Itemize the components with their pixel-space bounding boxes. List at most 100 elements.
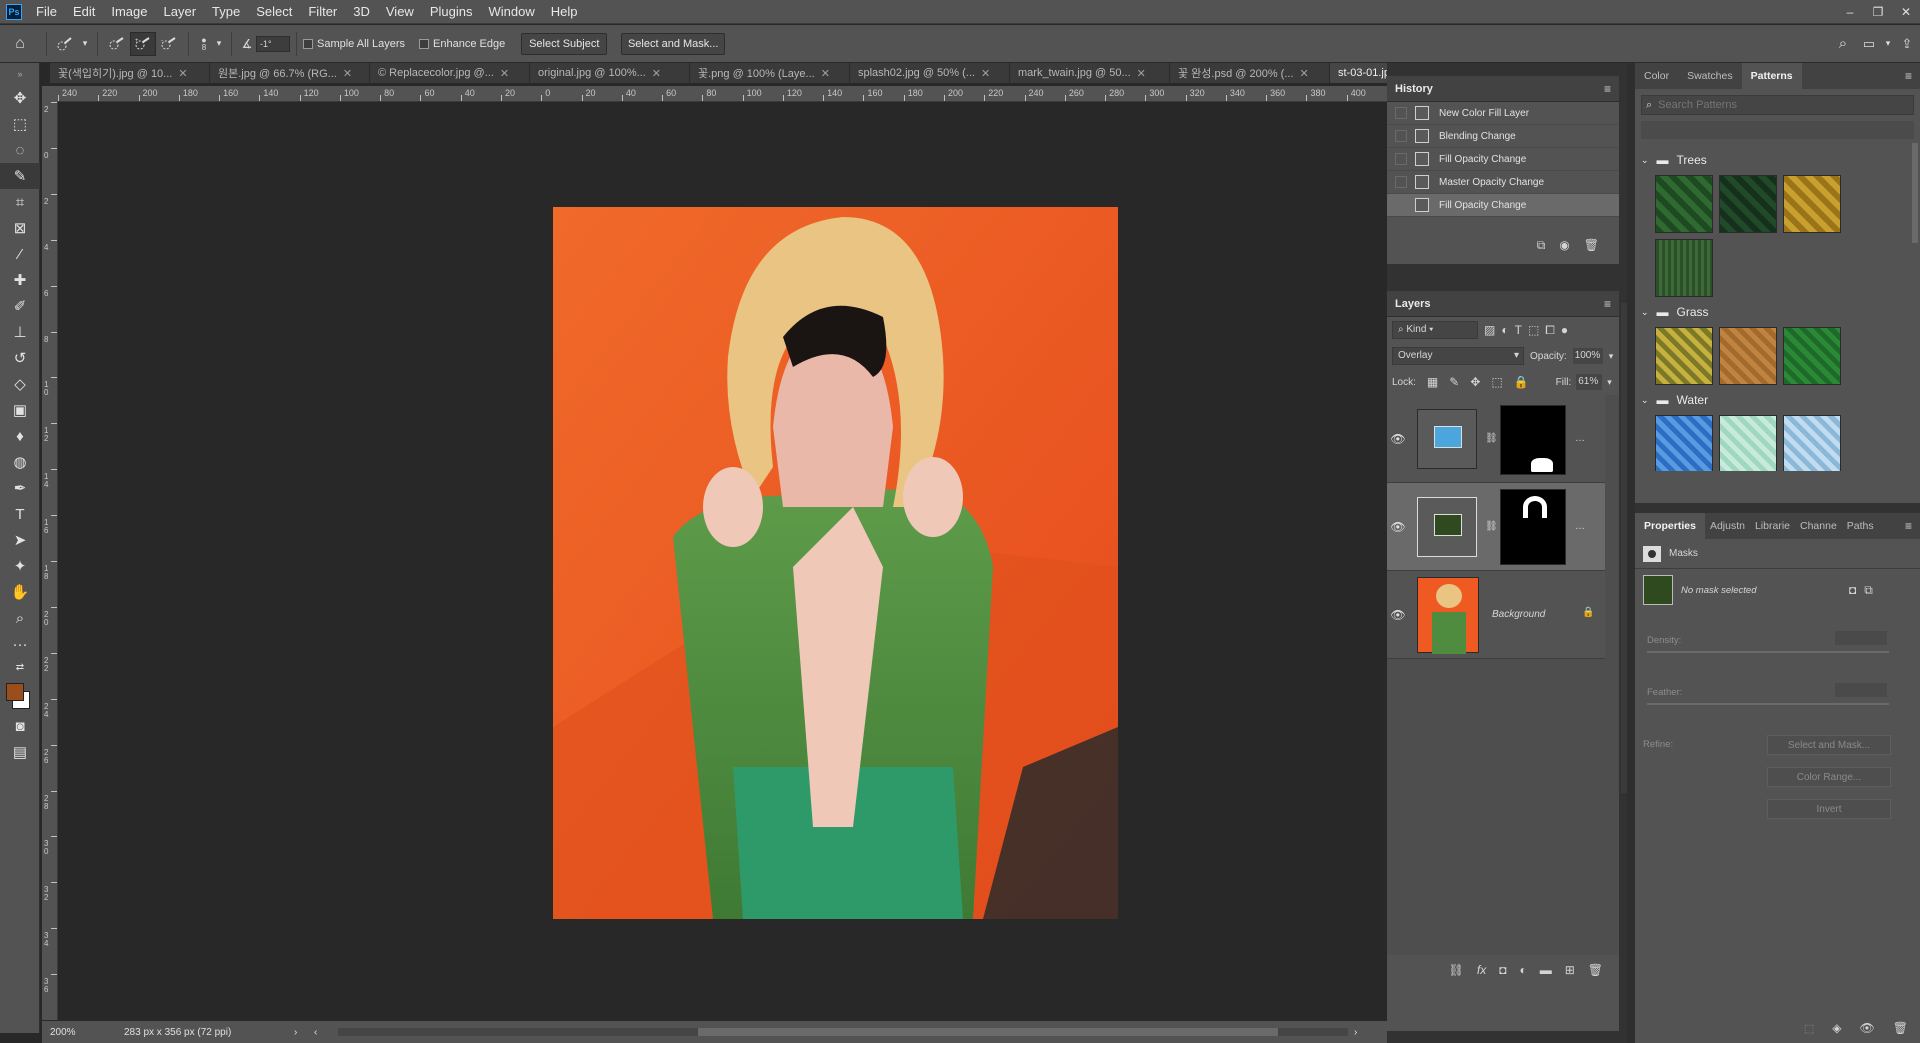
color-range-button[interactable]: Color Range...	[1767, 767, 1891, 787]
tab-document[interactable]: 꽃.png @ 100% (Laye... ✕	[690, 63, 850, 83]
move-tool-icon[interactable]: ✥	[0, 85, 40, 111]
menu-layer[interactable]: Layer	[156, 0, 205, 24]
fill-layer-thumbnail[interactable]	[1417, 409, 1477, 469]
document-image[interactable]	[553, 207, 1118, 919]
trash-icon[interactable]: 🗑	[1893, 1021, 1908, 1035]
dodge-tool-icon[interactable]: ◍	[0, 449, 40, 475]
scrollbar-thumb[interactable]	[698, 1028, 1278, 1036]
tab-swatches[interactable]: Swatches	[1678, 63, 1742, 89]
history-item[interactable]: Master Opacity Change	[1387, 171, 1619, 194]
tab-paths[interactable]: Paths	[1842, 513, 1879, 539]
more-icon[interactable]: …	[1575, 433, 1585, 444]
link-layers-icon[interactable]: ⛓	[1449, 963, 1464, 977]
scroll-left-icon[interactable]: ‹	[314, 1027, 334, 1038]
fx-icon[interactable]: fx	[1477, 963, 1486, 977]
checkbox-box[interactable]	[1395, 199, 1407, 211]
eyedropper-tool-icon[interactable]: ⁄	[0, 241, 40, 267]
menu-image[interactable]: Image	[103, 0, 155, 24]
foreground-color-swatch[interactable]	[6, 683, 24, 701]
history-item[interactable]: Fill Opacity Change	[1387, 148, 1619, 171]
add-pixel-mask-icon[interactable]: ◘	[1849, 583, 1856, 597]
zoom-tool-icon[interactable]: ⌕	[0, 605, 40, 631]
lock-position-icon[interactable]: ✥	[1470, 375, 1480, 389]
layer-mask-thumbnail[interactable]	[1500, 489, 1566, 565]
chevron-down-icon[interactable]: ▾	[213, 32, 225, 56]
type-tool-icon[interactable]: T	[0, 501, 40, 527]
checkbox-box[interactable]	[1395, 107, 1407, 119]
history-brush-tool-icon[interactable]: ↺	[0, 345, 40, 371]
history-item[interactable]: New Color Fill Layer	[1387, 102, 1619, 125]
menu-view[interactable]: View	[378, 0, 422, 24]
trash-icon[interactable]: 🗑	[1584, 238, 1599, 252]
pattern-swatch[interactable]	[1655, 239, 1713, 297]
close-icon[interactable]: ✕	[652, 67, 661, 80]
pattern-swatch[interactable]	[1655, 415, 1713, 471]
collapse-icon[interactable]: »	[0, 63, 40, 85]
density-input[interactable]	[1835, 631, 1887, 645]
select-subject-button[interactable]: Select Subject	[521, 32, 608, 55]
fill-layer-thumbnail[interactable]	[1417, 497, 1477, 557]
history-item[interactable]: Blending Change	[1387, 125, 1619, 148]
search-icon[interactable]: ⌕	[1830, 32, 1856, 56]
new-group-icon[interactable]: ▬	[1540, 963, 1552, 977]
share-icon[interactable]: ⇪	[1894, 32, 1920, 56]
home-icon[interactable]: ⌂	[0, 32, 40, 56]
hand-tool-icon[interactable]: ✋	[0, 579, 40, 605]
patterns-scrollbar-thumb[interactable]	[1912, 143, 1918, 243]
tab-libraries[interactable]: Librarie	[1750, 513, 1795, 539]
search-input[interactable]	[1658, 99, 1889, 111]
menu-filter[interactable]: Filter	[300, 0, 345, 24]
panel-menu-icon[interactable]: ≡	[1905, 69, 1920, 83]
new-layer-icon[interactable]: ⊞	[1565, 963, 1575, 977]
pattern-swatch[interactable]	[1655, 327, 1713, 385]
trash-icon[interactable]: 🗑	[1588, 963, 1603, 977]
frame-tool-icon[interactable]: ⊠	[0, 215, 40, 241]
eraser-tool-icon[interactable]: ◇	[0, 371, 40, 397]
ruler-vertical[interactable]: 2 0 2 4 6 8 10 12 14 16 18 20 22 24 26 28 30 32 34 36	[42, 102, 58, 1020]
lock-artboard-icon[interactable]: ⬚	[1491, 375, 1502, 389]
menu-plugins[interactable]: Plugins	[422, 0, 481, 24]
menu-file[interactable]: File	[28, 0, 65, 24]
filter-smart-object-icon[interactable]: ⧠	[1545, 323, 1555, 338]
chain-link-icon[interactable]: ⛓	[1485, 521, 1498, 532]
pattern-swatch[interactable]	[1719, 175, 1777, 233]
angle-input[interactable]: -1°	[256, 35, 290, 52]
blur-tool-icon[interactable]: ♦	[0, 423, 40, 449]
blend-mode-select[interactable]: Overlay ▾	[1392, 347, 1524, 365]
zoom-level[interactable]: 200%	[42, 1027, 94, 1038]
background-thumbnail[interactable]	[1417, 577, 1479, 654]
menu-3d[interactable]: 3D	[345, 0, 378, 24]
workspace-icon[interactable]: ▭	[1856, 32, 1882, 56]
subtract-from-selection-icon[interactable]: -	[156, 32, 182, 56]
pattern-swatch[interactable]	[1783, 175, 1841, 233]
crop-tool-icon[interactable]: ⌗	[0, 189, 40, 215]
menu-select[interactable]: Select	[248, 0, 300, 24]
checkbox-box[interactable]	[1395, 153, 1407, 165]
lock-all-icon[interactable]: 🔒	[1514, 375, 1529, 389]
pattern-group-trees[interactable]: ⌄ ▬ Trees	[1635, 149, 1920, 171]
swap-colors-icon[interactable]: ⇄	[0, 657, 40, 677]
shape-tool-icon[interactable]: ✦	[0, 553, 40, 579]
add-to-selection-icon[interactable]: +	[130, 31, 156, 56]
filter-toggle-icon[interactable]: ●	[1561, 323, 1568, 337]
camera-icon[interactable]: ◉	[1559, 238, 1569, 252]
select-and-mask-button-disabled[interactable]: Select and Mask...	[1767, 735, 1891, 755]
layer-name[interactable]: Background	[1492, 609, 1545, 620]
lasso-tool-icon[interactable]: ◌	[0, 137, 40, 163]
tab-channels[interactable]: Channe	[1795, 513, 1842, 539]
chevron-right-icon[interactable]: ›	[294, 1027, 314, 1038]
pattern-group-water[interactable]: ⌄ ▬ Water	[1635, 389, 1920, 411]
visibility-eye-icon[interactable]: 👁	[1387, 608, 1409, 622]
close-icon[interactable]: ✕	[821, 67, 830, 80]
fill-input[interactable]: 61%	[1576, 374, 1603, 390]
checkbox-box[interactable]	[1395, 176, 1407, 188]
close-icon[interactable]: ✕	[981, 67, 990, 80]
visibility-eye-icon[interactable]: 👁	[1387, 520, 1409, 534]
close-icon[interactable]: ✕	[500, 67, 509, 80]
adjustment-layer-icon[interactable]: ◐	[1519, 963, 1526, 977]
tab-color[interactable]: Color	[1635, 63, 1678, 89]
density-slider[interactable]	[1647, 651, 1889, 653]
filter-shape-icon[interactable]: ⬚	[1528, 323, 1539, 337]
tab-document[interactable]: © Replacecolor.jpg @... ✕	[370, 63, 530, 83]
layers-title[interactable]: Layers	[1395, 298, 1430, 310]
